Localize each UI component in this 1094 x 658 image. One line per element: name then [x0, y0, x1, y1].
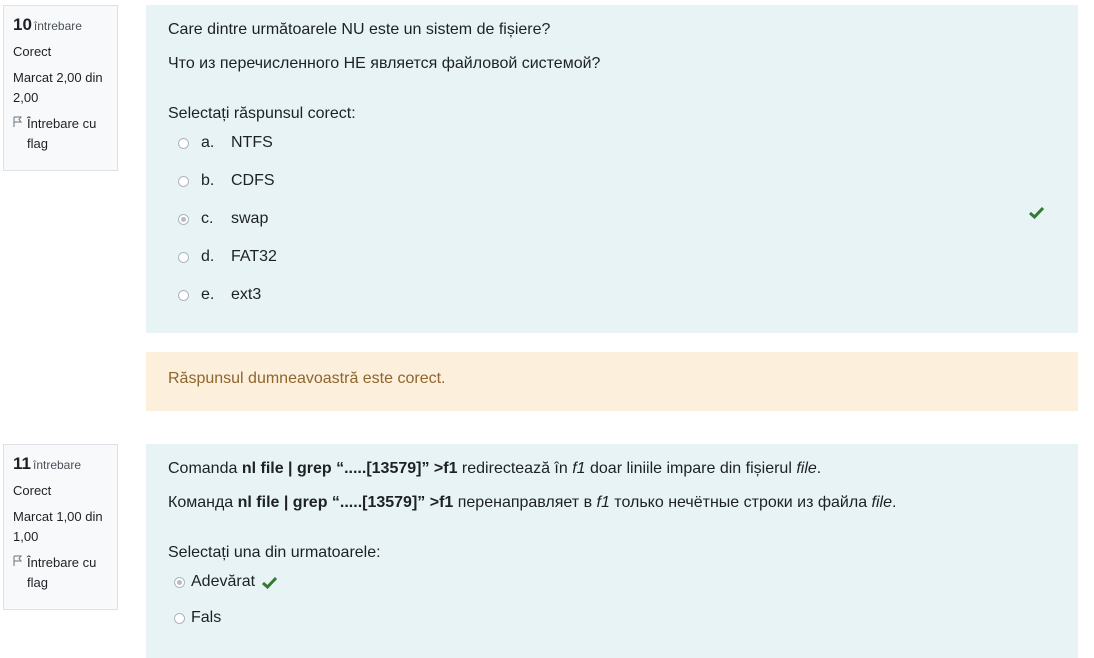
check-icon	[1028, 203, 1045, 224]
question-11-prompt: Selectați una din urmatoarele:	[168, 544, 381, 561]
option-d-radio[interactable]	[178, 251, 189, 263]
option-e[interactable]: e. ext3	[178, 284, 261, 306]
question-10-text-ro: Care dintre următoarele NU este un siste…	[168, 21, 551, 38]
question-10-text-ru: Что из перечисленного НЕ является файлов…	[168, 55, 601, 72]
option-e-radio[interactable]	[178, 289, 189, 301]
option-b[interactable]: b. CDFS	[178, 170, 275, 192]
question-11-text-ro: Comanda nl file | grep “.....[13579]” >f…	[168, 460, 822, 477]
option-c[interactable]: c. swap	[178, 208, 268, 230]
question-10-flag-link[interactable]: Întrebare cu flag	[13, 114, 109, 154]
flag-icon	[13, 114, 23, 154]
question-11-content: Comanda nl file | grep “.....[13579]” >f…	[146, 444, 1078, 658]
question-10-feedback: Răspunsul dumneavoastră este corect.	[146, 352, 1078, 411]
option-true-radio[interactable]	[174, 576, 185, 588]
question-11-info: 11 întrebare Corect Marcat 1,00 din 1,00 …	[3, 444, 118, 610]
flag-icon	[13, 553, 23, 593]
option-c-radio[interactable]	[178, 213, 189, 225]
question-10-number: 10 întrebare	[13, 15, 82, 34]
question-11-flag-link[interactable]: Întrebare cu flag	[13, 553, 109, 593]
question-10-prompt: Selectați răspunsul corect:	[168, 105, 356, 122]
question-10-info: 10 întrebare Corect Marcat 2,00 din 2,00 …	[3, 5, 118, 171]
option-false[interactable]: Fals	[174, 607, 221, 629]
option-a-radio[interactable]	[178, 137, 189, 149]
question-11-state: Corect	[13, 483, 52, 498]
question-10-grade: Marcat 2,00 din 2,00	[13, 70, 103, 105]
option-d[interactable]: d. FAT32	[178, 246, 277, 268]
question-11-number: 11 întrebare	[13, 454, 82, 473]
question-11-grade: Marcat 1,00 din 1,00	[13, 509, 103, 544]
option-a[interactable]: a. NTFS	[178, 132, 273, 154]
option-b-radio[interactable]	[178, 175, 189, 187]
question-10-state: Corect	[13, 44, 52, 59]
option-true[interactable]: Adevărat	[174, 571, 278, 593]
question-11-text-ru: Команда nl file | grep “.....[13579]” >f…	[168, 494, 897, 511]
option-false-radio[interactable]	[174, 612, 185, 624]
question-10-content: Care dintre următoarele NU este un siste…	[146, 5, 1078, 333]
check-icon	[261, 576, 278, 589]
